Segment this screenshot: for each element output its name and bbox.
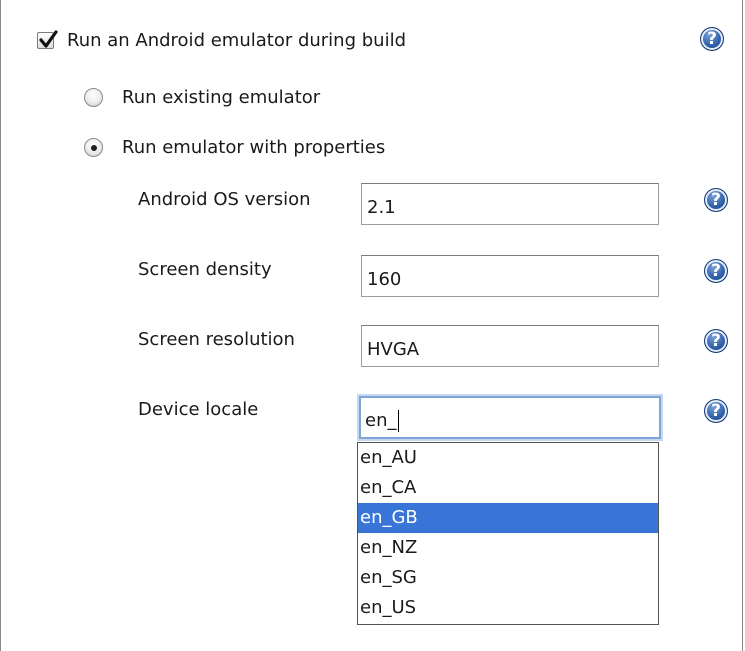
run-existing-label[interactable]: Run existing emulator: [122, 87, 320, 109]
locale-option[interactable]: en_CA: [358, 473, 658, 503]
screen-resolution-input[interactable]: HVGA: [361, 325, 659, 367]
locale-option[interactable]: en_NZ: [358, 533, 658, 563]
screen-density-input[interactable]: 160: [361, 255, 659, 297]
locale-option[interactable]: en_SG: [358, 563, 658, 593]
locale-autocomplete-list: en_AU en_CA en_GB en_NZ en_SG en_US: [357, 442, 659, 625]
text-caret: [398, 410, 400, 432]
checkmark-icon: [39, 30, 58, 48]
screen-resolution-label: Screen resolution: [138, 329, 295, 350]
locale-option-highlighted[interactable]: en_GB: [358, 503, 658, 533]
run-emulator-checkbox[interactable]: [37, 30, 58, 49]
help-icon[interactable]: ?: [704, 259, 728, 283]
screen-density-label: Screen density: [138, 259, 272, 280]
locale-option[interactable]: en_US: [358, 593, 658, 623]
help-icon[interactable]: ?: [704, 188, 728, 212]
help-icon[interactable]: ?: [704, 399, 728, 423]
radio-run-with-properties[interactable]: [84, 138, 103, 157]
device-locale-value: en_: [365, 410, 397, 431]
locale-option[interactable]: en_AU: [358, 443, 658, 473]
run-with-properties-label[interactable]: Run emulator with properties: [122, 137, 385, 159]
device-locale-label: Device locale: [138, 399, 259, 420]
run-emulator-label[interactable]: Run an Android emulator during build: [67, 30, 406, 52]
os-version-input[interactable]: 2.1: [361, 183, 659, 225]
os-version-label: Android OS version: [138, 189, 311, 210]
help-icon[interactable]: ?: [700, 27, 724, 51]
radio-run-existing[interactable]: [84, 88, 103, 107]
emulator-settings-panel: Run an Android emulator during build ? R…: [0, 0, 743, 651]
device-locale-input[interactable]: en_: [359, 396, 661, 439]
help-icon[interactable]: ?: [704, 329, 728, 353]
